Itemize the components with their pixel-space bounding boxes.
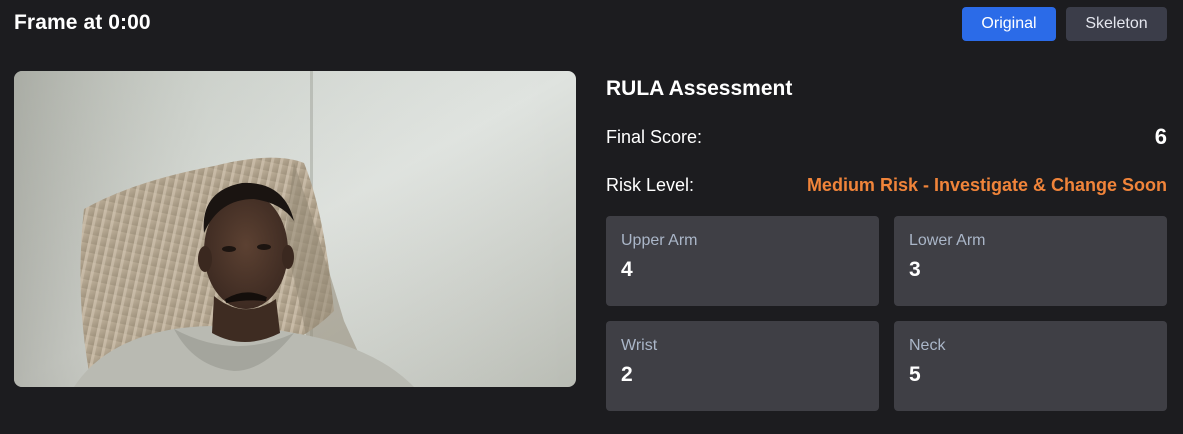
card-value: 2 [621,363,633,386]
final-score-label: Final Score: [606,126,703,147]
skeleton-view-button[interactable]: Skeleton [1066,7,1167,41]
video-frame-image [14,71,576,387]
assessment-title: RULA Assessment [606,77,793,100]
upper-arm-score-card: Upper Arm 4 [606,216,879,306]
risk-level-value: Medium Risk - Investigate & Change Soon [806,175,1167,195]
lower-arm-score-card: Lower Arm 3 [894,216,1167,306]
card-label: Wrist [621,337,658,354]
rula-assessment-panel: RULA Assessment [606,71,1167,101]
frame-title: Frame at 0:00 [14,11,151,34]
wrist-score-card: Wrist 2 [606,321,879,411]
risk-level-row: Risk Level: Medium Risk - Investigate & … [606,175,1167,196]
card-label: Lower Arm [909,232,986,249]
original-view-button[interactable]: Original [962,7,1056,41]
card-value: 3 [909,258,921,281]
card-label: Upper Arm [621,232,698,249]
final-score-value: 6 [1154,124,1167,149]
final-score-row: Final Score: 6 [606,124,1167,150]
risk-level-label: Risk Level: [606,175,695,195]
neck-score-card: Neck 5 [894,321,1167,411]
card-value: 4 [621,258,633,281]
view-toggle: Original Skeleton [962,7,1167,41]
card-label: Neck [909,337,946,354]
card-value: 5 [909,363,921,386]
